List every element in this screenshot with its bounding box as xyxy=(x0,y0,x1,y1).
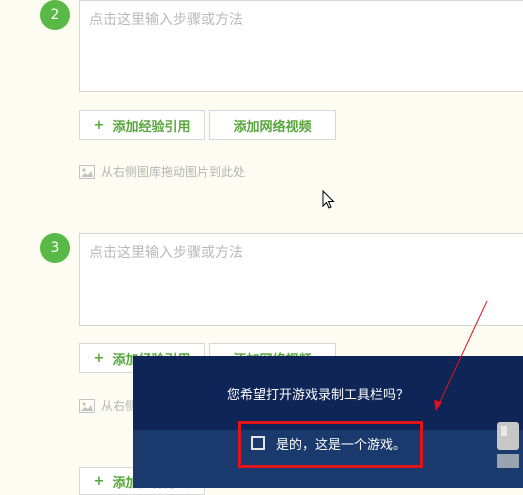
red-arrow xyxy=(434,300,488,411)
